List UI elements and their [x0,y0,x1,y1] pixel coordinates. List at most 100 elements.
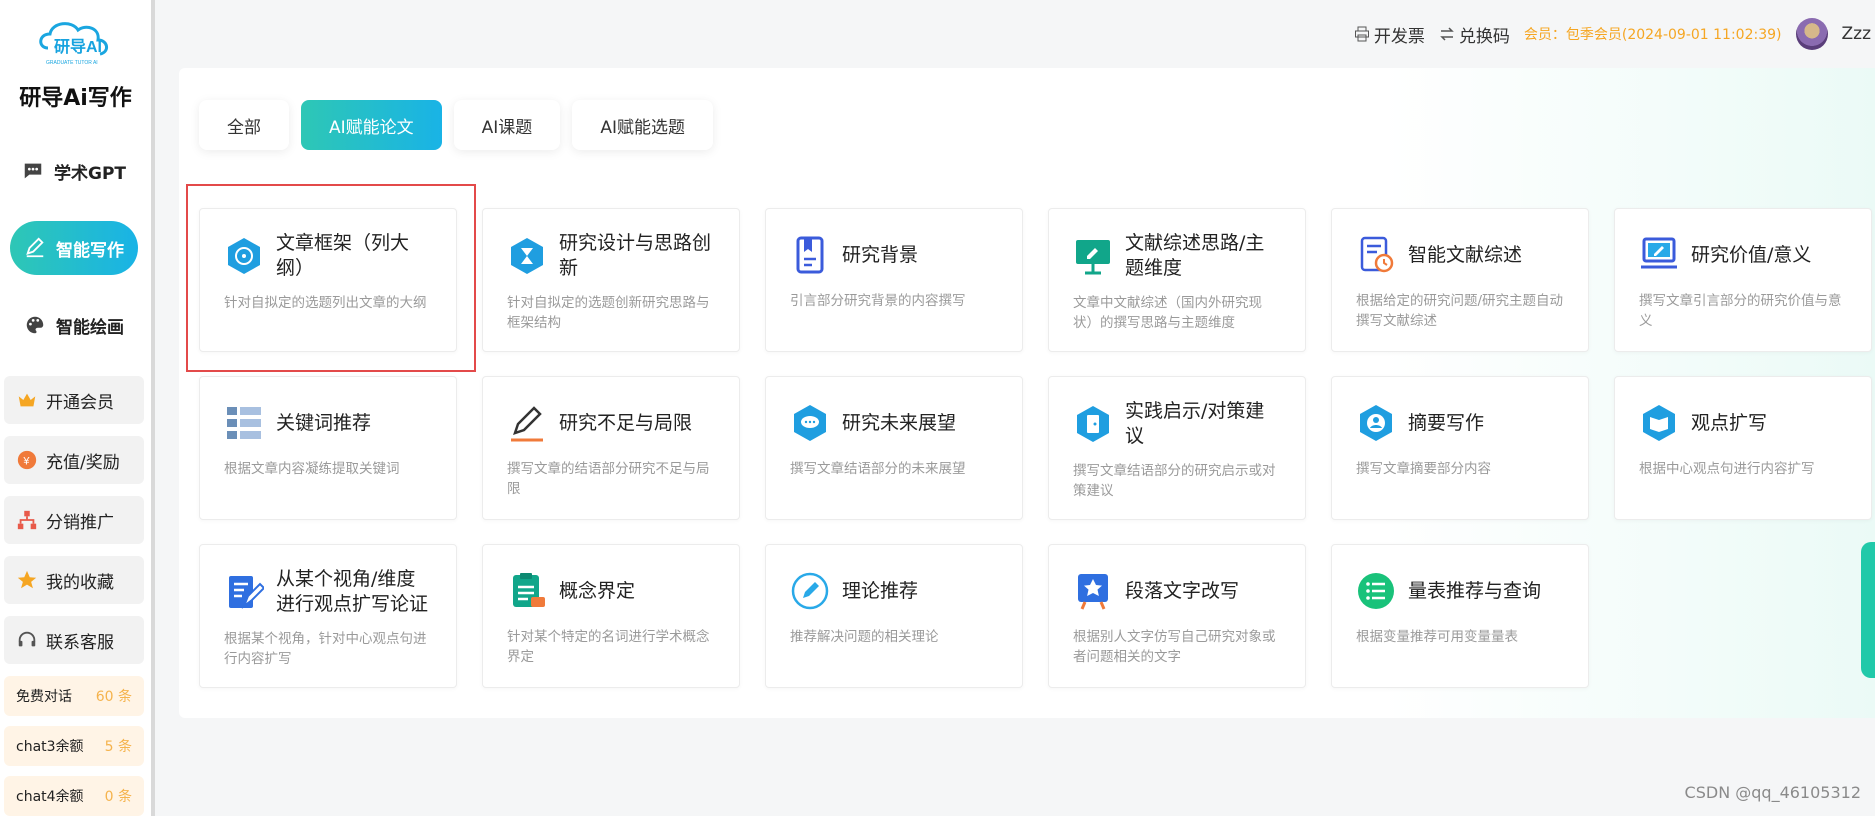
card-description: 根据给定的研究问题/研究主题自动撰写文献综述 [1356,293,1564,329]
card-head: 观点扩写 [1639,399,1847,447]
nav-smart-writing[interactable]: 智能写作 [10,221,138,275]
customer-service-button[interactable]: 联系客服 [4,616,144,664]
card-head: 关键词推荐 [224,399,432,447]
tool-card[interactable]: 量表推荐与查询根据变量推荐可用变量量表 [1331,544,1589,688]
card-head: 智能文献综述 [1356,231,1564,279]
topbar: 开发票 兑换码 会员：包季会员(2024-09-01 11:02:39) Zzz [1354,14,1875,54]
card-description: 撰写文章摘要部分内容 [1356,461,1491,477]
tab-all[interactable]: 全部 [199,100,289,150]
redeem-link[interactable]: 兑换码 [1439,22,1510,47]
quota-label: chat3余额 [16,739,84,755]
network-icon [17,510,37,530]
doc-clock-icon [1360,236,1394,273]
headset-icon [18,631,36,647]
quota-value: 60 条 [95,689,132,705]
quota-chat3: chat3余额 5 条 [4,726,144,766]
circle-pen-icon [791,572,829,610]
clipboard-icon [513,573,545,607]
distribution-button[interactable]: 分销推广 [4,496,144,544]
tool-card[interactable]: 关键词推荐 根据文章内容凝练提取关键词 [199,376,457,520]
card-description: 推荐解决问题的相关理论 [790,629,939,645]
card-head: 研究设计与思路创新 [507,231,715,281]
quota-value: 0 条 [104,789,132,805]
invoice-link[interactable]: 开发票 [1354,22,1425,47]
card-head: 从某个视角/维度进行观点扩写论证 [224,567,432,617]
svg-text:GRADUATE TUTOR AI: GRADUATE TUTOR AI [46,60,98,66]
card-title: 摘要写作 [1408,411,1485,434]
username[interactable]: Zzz [1842,24,1872,44]
card-title: 量表推荐与查询 [1408,579,1542,602]
pen-icon [26,237,44,258]
card-description: 针对某个特定的名词进行学术概念界定 [507,629,710,665]
side-btn-label: 我的收藏 [46,572,114,593]
coin-icon: ¥ [17,450,37,470]
tool-card[interactable]: 概念界定针对某个特定的名词进行学术概念界定 [482,544,740,688]
card-title: 文献综述思路/主题维度 [1125,232,1265,279]
open-membership-button[interactable]: 开通会员 [4,376,144,424]
avatar[interactable] [1795,18,1828,50]
laptop-pen-icon [1641,237,1677,269]
card-description: 根据变量推荐可用变量量表 [1356,629,1518,645]
hexagon-book-icon [1643,405,1675,441]
tool-card[interactable]: 段落文字改写 根据别人文字仿写自己研究对象或者问题相关的文字 [1048,544,1306,688]
exchange-icon [1440,27,1454,41]
tool-card[interactable]: 观点扩写 根据中心观点句进行内容扩写 [1614,376,1872,520]
favorites-button[interactable]: 我的收藏 [4,556,144,604]
tool-card[interactable]: 从某个视角/维度进行观点扩写论证根据某个视角，针对中心观点句进行内容扩写 [199,544,457,688]
crown-icon [18,393,36,407]
card-description: 撰写文章结语部分的研究启示或对策建议 [1073,463,1276,499]
card-head: 文献综述思路/主题维度 [1073,231,1281,281]
card-head: 摘要写作 [1356,399,1564,447]
tool-card[interactable]: 理论推荐推荐解决问题的相关理论 [765,544,1023,688]
card-description: 引言部分研究背景的内容撰写 [790,293,966,309]
card-description: 撰写文章引言部分的研究价值与意义 [1639,293,1842,329]
hexagon-hourglass-icon [511,238,543,274]
quota-free-chat: 免费对话 60 条 [4,676,144,716]
recharge-button[interactable]: ¥ 充值/奖励 [4,436,144,484]
member-status: 会员：包季会员(2024-09-01 11:02:39) [1523,27,1782,43]
card-head: 概念界定 [507,567,715,615]
sidebar: 研导AI GRADUATE TUTOR AI 研导Ai写作 学术GPT 智能写作… [0,0,155,816]
side-btn-label: 开通会员 [46,392,114,413]
star-board-icon [1078,574,1108,610]
tool-card[interactable]: 研究价值/意义撰写文章引言部分的研究价值与意义 [1614,208,1872,352]
tab-ai-paper[interactable]: AI赋能论文 [301,100,442,150]
tool-card[interactable]: 研究背景引言部分研究背景的内容撰写 [765,208,1023,352]
card-description: 针对自拟定的选题创新研究思路与框架结构 [507,295,710,331]
nav-label: 学术GPT [53,163,126,184]
hexagon-person-icon [1360,405,1392,441]
card-head: 研究价值/意义 [1639,231,1847,279]
hexagon-chat-icon [794,405,826,441]
card-description: 文章中文献综述（国内外研究现状）的撰写思路与主题维度 [1073,295,1262,331]
card-title: 实践启示/对策建议 [1125,400,1265,447]
card-head: 段落文字改写 [1073,567,1281,615]
quota-label: chat4余额 [16,789,84,805]
card-head: 研究不足与局限 [507,399,715,447]
nav-smart-drawing[interactable]: 智能绘画 [10,298,138,352]
tool-card[interactable]: 研究设计与思路创新针对自拟定的选题创新研究思路与框架结构 [482,208,740,352]
card-title: 研究未来展望 [842,411,957,434]
watermark: CSDN @qq_46105312 [1684,783,1861,802]
tab-ai-project[interactable]: AI课题 [453,100,561,150]
quota-chat4: chat4余额 0 条 [4,776,144,816]
tool-card[interactable]: 文献综述思路/主题维度文章中文献综述（国内外研究现状）的撰写思路与主题维度 [1048,208,1306,352]
card-title: 研究设计与思路创新 [559,232,712,279]
doc-edit-icon [229,576,264,609]
nav-academic-gpt[interactable]: 学术GPT [10,144,138,198]
tool-card[interactable]: 实践启示/对策建议撰写文章结语部分的研究启示或对策建议 [1048,376,1306,520]
card-head: 理论推荐 [790,567,998,615]
tab-ai-topic[interactable]: AI赋能选题 [572,100,713,150]
category-tabs: 全部 AI赋能论文 AI课题 AI赋能选题 [199,100,713,150]
star-icon [17,570,37,589]
tool-card[interactable]: 摘要写作撰写文章摘要部分内容 [1331,376,1589,520]
card-description: 根据某个视角，针对中心观点句进行内容扩写 [224,631,427,667]
tool-card[interactable]: 研究不足与局限 撰写文章的结语部分研究不足与局限 [482,376,740,520]
tool-card[interactable]: 研究未来展望 撰写文章结语部分的未来展望 [765,376,1023,520]
card-title: 段落文字改写 [1125,579,1240,602]
quota-label: 免费对话 [16,689,72,705]
tool-card[interactable]: 智能文献综述根据给定的研究问题/研究主题自动撰写文献综述 [1331,208,1589,352]
side-float-tab[interactable] [1861,542,1875,678]
svg-text:¥: ¥ [22,456,30,468]
redeem-label: 兑换码 [1458,26,1510,47]
card-title: 研究背景 [842,243,919,266]
